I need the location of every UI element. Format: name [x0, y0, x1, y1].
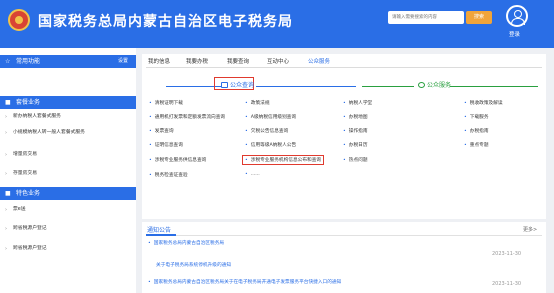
- chevron-right-icon: ›: [5, 207, 7, 213]
- login-link[interactable]: 登录: [509, 30, 520, 38]
- site-header: 国家税务总局内蒙古自治区电子税务局 搜索 登录: [0, 0, 554, 48]
- sidebar-item[interactable]: › 票e送: [0, 203, 136, 217]
- service-link[interactable]: ......: [245, 172, 260, 177]
- more-link[interactable]: 更多>: [523, 226, 537, 233]
- section-rule: [362, 86, 414, 87]
- notice-item-title[interactable]: 关于电子税务局系统停机升级的通知: [156, 262, 231, 268]
- search-button[interactable]: 搜索: [466, 11, 492, 24]
- sidebar-item[interactable]: › 存量房交易: [0, 167, 136, 181]
- service-link[interactable]: 办税指南: [464, 128, 489, 134]
- service-link[interactable]: 办税地图: [343, 114, 368, 120]
- sidebar-item[interactable]: › 增量房交易: [0, 148, 136, 162]
- sidebar-special-business[interactable]: ■ 特色业务: [0, 187, 136, 200]
- service-link[interactable]: 欠税公告信息查询: [245, 128, 289, 134]
- service-link[interactable]: 政策法规: [245, 100, 270, 106]
- tab-my-info[interactable]: 我的信息: [148, 57, 170, 65]
- notice-item-source[interactable]: 国家税务总局内蒙古自治区税务局关于在电子税务局开通电子发票服务平台快捷入口的通知: [148, 279, 342, 285]
- service-link[interactable]: 涉税专业服务供信息查询: [149, 157, 207, 163]
- sidebar-common-functions[interactable]: ☆ 常用功能 设置: [0, 55, 136, 68]
- service-link-highlighted[interactable]: 涉税专业服务机构信息公布和查询: [242, 155, 325, 165]
- folder-icon: ■: [5, 190, 11, 197]
- tab-do-tax[interactable]: 我要办税: [186, 57, 208, 65]
- star-icon: ☆: [5, 58, 11, 65]
- service-link[interactable]: 税务检查证查验: [149, 172, 188, 178]
- public-help-title: 公众服务: [418, 80, 451, 89]
- chevron-right-icon: ›: [5, 246, 7, 252]
- tab-divider: [146, 67, 542, 68]
- settings-link[interactable]: 设置: [118, 55, 128, 68]
- public-query-title: 公众查询: [221, 80, 254, 89]
- sidebar-head-label: 套餐业务: [16, 99, 41, 106]
- tax-emblem-icon: [8, 9, 30, 31]
- sidebar-item[interactable]: › 跨省税源户登记: [0, 242, 136, 256]
- service-link[interactable]: 通用机打发票和定额发票流向查询: [149, 114, 225, 120]
- section-rule: [450, 86, 538, 87]
- sidebar-item[interactable]: › 小规模纳税人转一般人套餐式服务: [0, 126, 136, 140]
- service-link[interactable]: A级纳税信用级别查询: [245, 114, 296, 120]
- notice-date: 2023-11-30: [492, 281, 522, 287]
- service-link[interactable]: 发票查询: [149, 128, 174, 134]
- chevron-right-icon: ›: [5, 130, 7, 136]
- notice-date: 2023-11-30: [492, 251, 522, 257]
- service-link[interactable]: 办税日历: [343, 142, 368, 148]
- chevron-right-icon: ›: [5, 114, 7, 120]
- services-panel: [142, 54, 546, 219]
- folder-icon: ■: [5, 99, 11, 106]
- service-link[interactable]: 操作指南: [343, 128, 368, 134]
- sidebar-head-label: 特色业务: [16, 190, 41, 197]
- sidebar-item[interactable]: › 跨省税源户登记: [0, 222, 136, 236]
- service-link[interactable]: 热点问题: [343, 157, 368, 163]
- site-title: 国家税务总局内蒙古自治区电子税务局: [38, 14, 293, 30]
- chevron-right-icon: ›: [5, 171, 7, 177]
- search-input[interactable]: [388, 11, 464, 24]
- service-link[interactable]: 证明信息查询: [149, 142, 183, 148]
- chevron-right-icon: ›: [5, 152, 7, 158]
- search-doc-icon: [221, 82, 228, 88]
- service-link[interactable]: 信用等级A纳税人公告: [245, 142, 296, 148]
- notice-title: 通知公告: [147, 227, 172, 234]
- service-link[interactable]: 下载服务: [464, 114, 489, 120]
- section-rule: [256, 86, 356, 87]
- service-link[interactable]: 纳税人学堂: [343, 100, 372, 106]
- help-icon: [418, 82, 425, 88]
- user-icon[interactable]: [506, 5, 528, 27]
- tab-interaction[interactable]: 互动中心: [267, 57, 289, 65]
- notice-item-source[interactable]: 国家税务总局内蒙古自治区税务局: [148, 240, 224, 246]
- service-link[interactable]: 清税证明下载: [149, 100, 183, 106]
- service-link[interactable]: 重点专题: [464, 142, 489, 148]
- tab-query[interactable]: 我要查询: [227, 57, 249, 65]
- service-link[interactable]: 税收政策及解读: [464, 100, 503, 106]
- sidebar-item[interactable]: › 新办纳税人套餐式服务: [0, 110, 136, 124]
- sidebar-head-label: 常用功能: [16, 58, 41, 65]
- notice-divider: [146, 235, 542, 236]
- notice-title-underline: [146, 234, 176, 236]
- sidebar-package-business[interactable]: ■ 套餐业务: [0, 96, 136, 109]
- chevron-right-icon: ›: [5, 226, 7, 232]
